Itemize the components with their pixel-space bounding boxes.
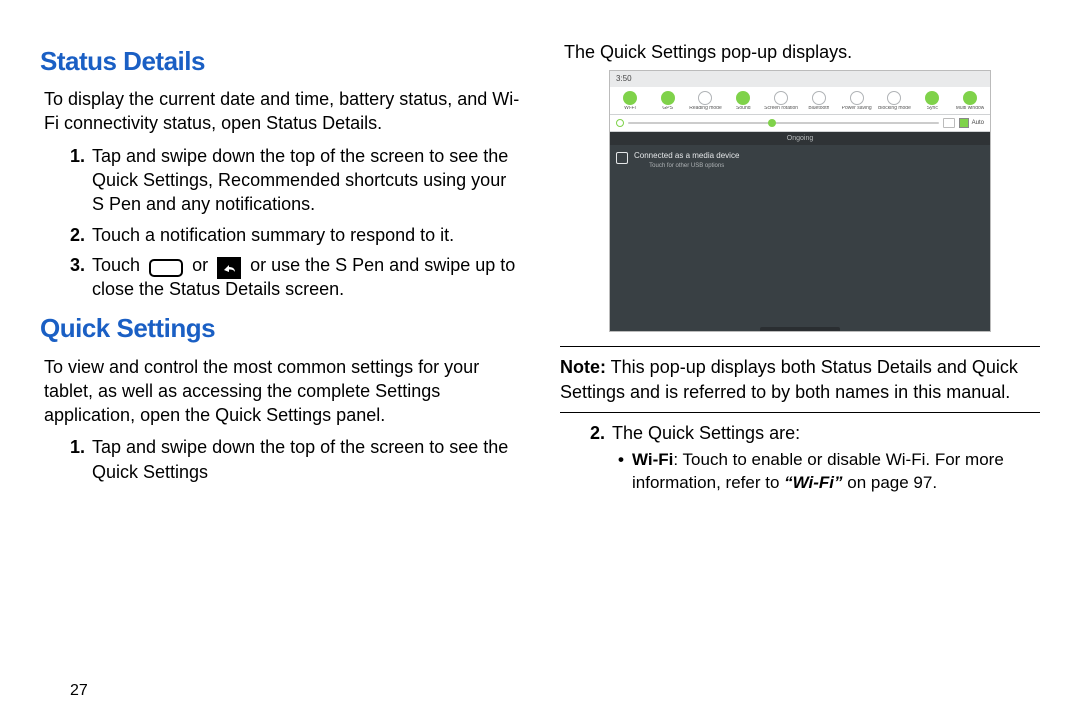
quick-settings-intro: To view and control the most common sett…: [44, 355, 520, 428]
status-step-1: Tap and swipe down the top of the screen…: [70, 144, 520, 217]
status-details-intro: To display the current date and time, ba…: [44, 87, 520, 136]
step3-text-pre: Touch: [92, 255, 145, 275]
brightness-icon: [616, 119, 624, 127]
toggle-indicator-icon: [774, 91, 788, 105]
notification-category: Ongoing: [610, 132, 990, 145]
toggle-label: Bluetooth: [808, 106, 829, 112]
quick-step-2-lead: The Quick Settings are:: [612, 423, 800, 443]
status-bar-time: 3:50: [616, 74, 632, 85]
quick-toggle[interactable]: Wi-Fi: [612, 91, 648, 112]
usb-icon: [616, 152, 628, 164]
quick-settings-steps: Tap and swipe down the top of the screen…: [70, 435, 520, 484]
right-column: The Quick Settings pop-up displays. 3:50…: [540, 40, 1040, 710]
brightness-row: Auto: [610, 115, 990, 132]
notification-title: Connected as a media device: [634, 151, 739, 162]
toggle-label: Reading mode: [689, 106, 722, 112]
quick-toggle[interactable]: Sync: [914, 91, 950, 112]
toggle-label: Sync: [927, 106, 938, 112]
heading-quick-settings: Quick Settings: [40, 311, 520, 346]
brightness-slider[interactable]: [628, 122, 939, 124]
quick-toggle[interactable]: Blocking mode: [877, 91, 913, 112]
status-details-steps: Tap and swipe down the top of the screen…: [70, 144, 520, 302]
toggle-label: Power saving: [842, 106, 872, 112]
bullet-wifi-term: Wi-Fi: [632, 450, 673, 469]
step3-text-mid: or: [192, 255, 213, 275]
note-rule-bottom: [560, 412, 1040, 413]
toggle-indicator-icon: [812, 91, 826, 105]
status-step-2: Touch a notification summary to respond …: [70, 223, 520, 247]
toggle-indicator-icon: [661, 91, 675, 105]
notification-subtitle: Touch for other USB options: [634, 162, 739, 170]
quick-toggle[interactable]: Sound: [725, 91, 761, 112]
toggle-indicator-icon: [698, 91, 712, 105]
quick-toggle[interactable]: Multi window: [952, 91, 988, 112]
status-bar: 3:50: [610, 71, 990, 87]
quick-toggles-row: Wi-Fi GPS Reading mode Sound Screen rotation…: [610, 87, 990, 115]
quick-settings-screenshot: 3:50 Wi-Fi GPS Reading mode Sound Screen rot…: [609, 70, 991, 332]
toggle-indicator-icon: [736, 91, 750, 105]
quick-toggle[interactable]: Bluetooth: [801, 91, 837, 112]
quick-toggle[interactable]: Reading mode: [688, 91, 724, 112]
toggle-label: GPS: [662, 106, 673, 112]
toggle-label: Sound: [736, 106, 750, 112]
quick-toggle[interactable]: Power saving: [839, 91, 875, 112]
auto-brightness[interactable]: Auto: [959, 118, 984, 128]
note-label: Note:: [560, 357, 606, 377]
quick-settings-bullets: Wi-Fi: Touch to enable or disable Wi-Fi.…: [616, 449, 1040, 495]
bullet-wifi-ref: “Wi-Fi”: [784, 473, 842, 492]
note-text: This pop-up displays both Status Details…: [560, 357, 1018, 401]
notification-item[interactable]: Connected as a media device Touch for ot…: [610, 145, 990, 176]
toggle-indicator-icon: [850, 91, 864, 105]
notification-area: Connected as a media device Touch for ot…: [610, 145, 990, 331]
manual-page: Status Details To display the current da…: [0, 0, 1080, 720]
toggle-label: Blocking mode: [878, 106, 911, 112]
brightness-max-icon: [943, 118, 955, 128]
note-paragraph: Note: This pop-up displays both Status D…: [560, 355, 1040, 404]
status-step-3: Touch or or use the S Pen and swipe up t…: [70, 253, 520, 302]
back-button-icon: [217, 257, 241, 279]
bullet-wifi: Wi-Fi: Touch to enable or disable Wi-Fi.…: [616, 449, 1040, 495]
screenshot-wrapper: 3:50 Wi-Fi GPS Reading mode Sound Screen rot…: [560, 70, 1040, 332]
quick-step-2: The Quick Settings are: Wi-Fi: Touch to …: [590, 421, 1040, 495]
toggle-label: Multi window: [956, 106, 985, 112]
home-button-icon: [149, 259, 183, 277]
heading-status-details: Status Details: [40, 44, 520, 79]
toggle-indicator-icon: [887, 91, 901, 105]
toggle-indicator-icon: [963, 91, 977, 105]
quick-toggle[interactable]: Screen rotation: [763, 91, 799, 112]
toggle-label: Screen rotation: [764, 106, 798, 112]
screenshot-caption: The Quick Settings pop-up displays.: [564, 40, 1040, 64]
left-column: Status Details To display the current da…: [40, 40, 540, 710]
bullet-wifi-tail: on page 97.: [843, 473, 938, 492]
toggle-label: Wi-Fi: [624, 106, 636, 112]
toggle-indicator-icon: [925, 91, 939, 105]
page-number: 27: [70, 680, 88, 702]
quick-toggle[interactable]: GPS: [650, 91, 686, 112]
auto-brightness-checkbox-icon: [959, 118, 969, 128]
quick-step-1: Tap and swipe down the top of the screen…: [70, 435, 520, 484]
quick-settings-steps-cont: The Quick Settings are: Wi-Fi: Touch to …: [590, 421, 1040, 495]
toggle-indicator-icon: [623, 91, 637, 105]
note-rule-top: [560, 346, 1040, 347]
auto-brightness-label: Auto: [972, 119, 984, 127]
